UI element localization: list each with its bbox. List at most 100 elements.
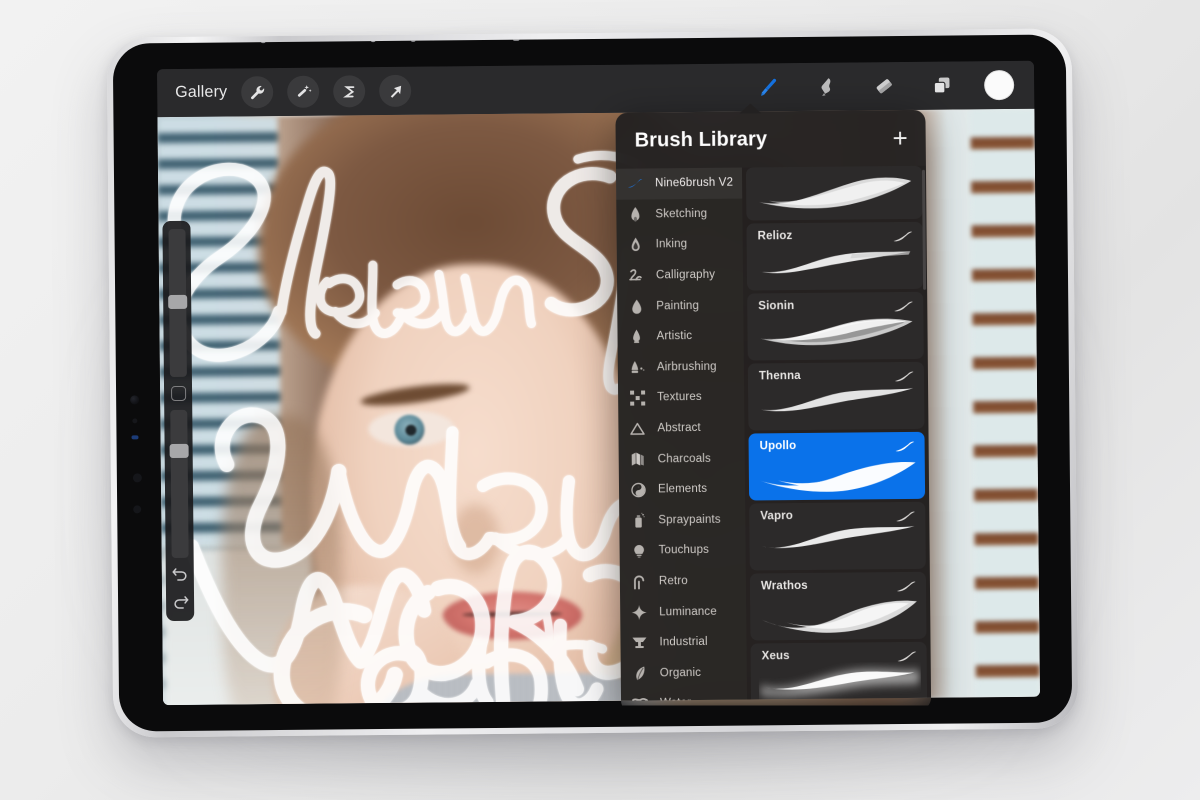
sidebar-item-label: Abstract	[657, 422, 701, 435]
brush-list[interactable]: Relioz Sionin Thenna Upollo Vapro Wratho…	[741, 165, 932, 706]
brush-list-item[interactable]: Thenna	[747, 361, 925, 431]
eraser-icon[interactable]	[868, 70, 900, 102]
calligraphy-nib-icon	[627, 268, 645, 284]
brush-preview-stroke	[759, 662, 921, 705]
brush-name: Xeus	[761, 650, 790, 663]
color-swatch[interactable]	[984, 69, 1015, 101]
sidebar-item-industrial[interactable]: Industrial	[620, 626, 746, 658]
brush-list-item[interactable]	[745, 165, 923, 221]
brush-name: Relioz	[757, 230, 793, 243]
magic-wand-icon[interactable]	[287, 75, 320, 108]
gallery-button[interactable]: Gallery	[175, 83, 227, 101]
brush-name: Thenna	[758, 370, 801, 383]
sidebar-item-label: Organic	[659, 666, 702, 680]
tablet-device: Gallery Brush Library + Nine6brush V2 Sk…	[106, 28, 1079, 738]
brush-preview-stroke	[757, 452, 919, 498]
brush-list-item[interactable]: Sionin	[747, 291, 924, 361]
undo-button[interactable]	[171, 566, 188, 586]
sidebar-item-label: Charcoals	[657, 452, 711, 466]
screenshot-stage: Gallery Brush Library + Nine6brush V2 Sk…	[0, 0, 1200, 800]
hair-left-strand	[220, 415, 344, 706]
selection-s-icon[interactable]	[333, 75, 366, 108]
brush-opacity-knob[interactable]	[169, 443, 189, 459]
add-brush-set-button[interactable]: +	[892, 123, 907, 153]
spraycan-icon	[629, 512, 647, 528]
brush-list-item[interactable]: Xeus	[750, 641, 928, 706]
panel-caret-icon	[739, 103, 762, 114]
top-mic-dot	[370, 37, 376, 43]
brush-category-list[interactable]: Nine6brush V2 Sketching Inking Calligrap…	[615, 167, 748, 706]
sidebar-item-touchups[interactable]: Touchups	[619, 535, 745, 567]
brush-list-item[interactable]: Wrathos	[749, 571, 927, 641]
brush-preview-stroke	[758, 592, 920, 638]
sidebar-item-spraypaints[interactable]: Spraypaints	[619, 504, 745, 536]
brush-flick-icon	[893, 300, 913, 312]
brush-list-item[interactable]: Vapro	[749, 501, 926, 571]
brush-name: Upollo	[759, 440, 797, 453]
sidebar-item-inking[interactable]: Inking	[617, 229, 743, 261]
sidebar-item-retro[interactable]: Retro	[620, 565, 746, 597]
sidebar-item-label: Industrial	[659, 636, 708, 649]
sidebar-item-calligraphy[interactable]: Calligraphy	[617, 259, 743, 291]
sidebar-item-textures[interactable]: Textures	[618, 382, 744, 414]
brush-flick-icon	[895, 510, 915, 522]
brush-library-body: Nine6brush V2 Sketching Inking Calligrap…	[615, 165, 932, 706]
brush-preview-stroke	[756, 382, 918, 428]
airbrush-icon	[628, 359, 646, 375]
sidebar-item-nine6brush-v2[interactable]: Nine6brush V2	[615, 167, 743, 200]
sidebar-item-label: Airbrushing	[656, 360, 717, 374]
brush-preview-stroke	[755, 312, 917, 358]
smudge-icon[interactable]	[810, 71, 842, 103]
sidebar-item-label: Textures	[657, 391, 702, 404]
brush-name: Wrathos	[760, 579, 808, 593]
brush-size-slider[interactable]	[167, 228, 187, 378]
triangle-icon	[628, 422, 646, 436]
brush-controls-rail[interactable]	[162, 220, 195, 622]
brush-list-item[interactable]: Relioz	[746, 221, 924, 291]
brush-library-panel[interactable]: Brush Library + Nine6brush V2 Sketching …	[615, 109, 932, 706]
sidebar-item-charcoals[interactable]: Charcoals	[619, 443, 745, 475]
sidebar-item-abstract[interactable]: Abstract	[618, 412, 744, 444]
brush-flick-icon	[894, 370, 914, 382]
sidebar-item-label: Elements	[657, 483, 708, 496]
wrench-icon[interactable]	[241, 76, 274, 109]
sidebar-item-label: Luminance	[659, 605, 717, 618]
sidebar-item-painting[interactable]: Painting	[617, 290, 743, 322]
sidebar-item-label: Artistic	[656, 330, 693, 343]
sidebar-item-label: Nine6brush V2	[655, 176, 734, 190]
nose	[451, 503, 500, 575]
paintbrush-icon[interactable]	[752, 71, 784, 103]
top-mic-dot	[260, 38, 266, 44]
brush-list-item-selected[interactable]: Upollo	[748, 431, 926, 501]
brush-preview-stroke	[754, 170, 916, 218]
sidebar-item-water[interactable]: Water	[621, 688, 747, 706]
sidebar-item-sketching[interactable]: Sketching	[616, 198, 742, 230]
brush-size-knob[interactable]	[167, 294, 187, 310]
sidebar-item-artistic[interactable]: Artistic	[617, 321, 743, 353]
sidebar-item-label: Spraypaints	[658, 513, 721, 527]
top-power-button[interactable]	[512, 35, 520, 41]
sidebar-item-airbrushing[interactable]: Airbrushing	[618, 351, 744, 383]
anvil-icon	[630, 636, 648, 650]
sparkle-icon	[630, 604, 648, 620]
pupil	[405, 424, 417, 436]
ambient-sensor-dot	[132, 473, 142, 483]
brush-flick-icon	[896, 580, 916, 592]
sidebar-item-luminance[interactable]: Luminance	[620, 596, 746, 628]
retro-arch-icon	[630, 574, 648, 590]
tablet-bezel: Gallery Brush Library + Nine6brush V2 Sk…	[112, 34, 1073, 732]
waves-icon	[631, 697, 649, 706]
sidebar-item-elements[interactable]: Elements	[619, 473, 745, 505]
sidebar-item-label: Retro	[658, 575, 688, 588]
modify-button[interactable]	[170, 385, 186, 402]
sidebar-item-label: Sketching	[655, 207, 708, 221]
layers-icon[interactable]	[926, 69, 958, 101]
arrow-transform-icon[interactable]	[379, 74, 412, 108]
redo-button[interactable]	[172, 594, 189, 614]
brush-name: Sionin	[758, 300, 795, 313]
sidebar-item-organic[interactable]: Organic	[621, 657, 747, 689]
ambient-sensor-dot	[132, 418, 138, 424]
brush-opacity-slider[interactable]	[169, 409, 189, 559]
brush-preview-stroke	[757, 522, 919, 568]
pencil-tip-icon	[626, 206, 644, 222]
